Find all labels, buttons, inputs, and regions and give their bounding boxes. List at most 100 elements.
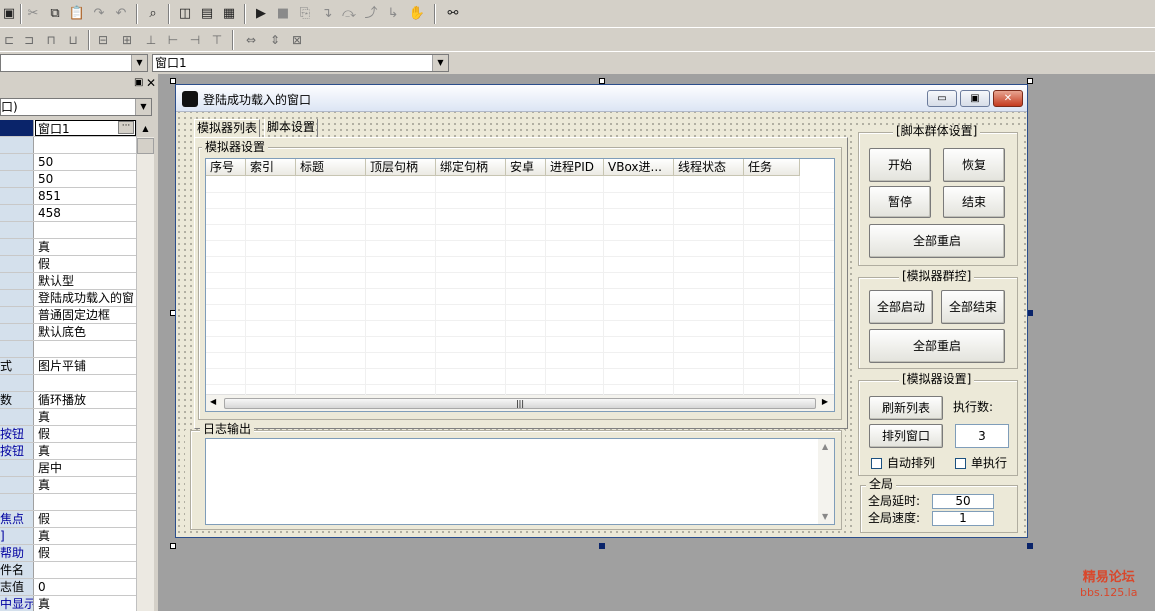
property-row[interactable] (0, 341, 136, 358)
property-value[interactable]: 458 (38, 205, 134, 221)
end-button[interactable]: 结束 (943, 186, 1005, 218)
tab-emulator-list[interactable]: 模拟器列表 (194, 119, 261, 137)
property-row[interactable]: 式图片平铺 (0, 358, 136, 375)
pin-icon[interactable]: ▣ (134, 77, 143, 88)
scroll-up-icon[interactable]: ▲ (137, 120, 154, 137)
property-value[interactable] (38, 562, 134, 578)
copy-icon[interactable]: ⧉ (46, 5, 64, 23)
width-icon[interactable]: ⇔ (242, 31, 260, 49)
resize-handle[interactable] (599, 543, 605, 549)
binoculars-icon[interactable]: ⚯ (444, 5, 462, 23)
restart-all-script-button[interactable]: 全部重启 (869, 224, 1005, 258)
property-value[interactable]: 真 (38, 239, 134, 255)
height-icon[interactable]: ⇕ (266, 31, 284, 49)
property-row[interactable]: 焦点假 (0, 511, 136, 528)
property-row[interactable]: 帮助假 (0, 545, 136, 562)
property-value[interactable]: 居中 (38, 460, 134, 476)
property-scrollbar[interactable]: ▲ (136, 120, 154, 611)
property-row[interactable]: 志值 0 (0, 579, 136, 596)
scroll-thumb[interactable]: ||| (224, 398, 816, 409)
space-v-icon[interactable]: ⊤ (208, 31, 226, 49)
save-icon[interactable]: ▣ (0, 5, 18, 23)
property-row[interactable]: 真 (0, 239, 136, 256)
close-button[interactable]: ✕ (993, 90, 1023, 107)
undo-icon[interactable]: ↶ (112, 5, 130, 23)
property-value[interactable]: 真 (38, 596, 134, 611)
resume-button[interactable]: 恢复 (943, 148, 1005, 182)
column-header[interactable]: 线程状态 (674, 159, 744, 176)
property-value[interactable]: 假 (38, 426, 134, 442)
horizontal-scrollbar[interactable]: ◀ ||| ▶ (206, 394, 834, 411)
close-icon[interactable]: ✕ (146, 76, 156, 90)
scroll-right-icon[interactable]: ▶ (822, 397, 828, 406)
property-value[interactable]: 默认底色 (38, 324, 134, 340)
object-type-combo[interactable]: ▼ (0, 54, 148, 72)
property-row[interactable]: 50 (0, 154, 136, 171)
property-value[interactable]: 默认型 (38, 273, 134, 289)
property-row[interactable]: 50 (0, 171, 136, 188)
scroll-down-icon[interactable]: ▼ (822, 512, 828, 521)
chevron-down-icon[interactable]: ▼ (131, 55, 147, 71)
align-top-icon[interactable]: ⊓ (42, 31, 60, 49)
redo-icon[interactable]: ↷ (90, 5, 108, 23)
arrange-window-button[interactable]: 排列窗口 (869, 424, 943, 448)
property-row[interactable]: 真 (0, 409, 136, 426)
layout-left-icon[interactable]: ◫ (176, 5, 194, 23)
property-row[interactable] (0, 222, 136, 239)
property-row[interactable]: 居中 (0, 460, 136, 477)
property-value[interactable]: 假 (38, 545, 134, 561)
property-row[interactable]: ] 真 (0, 528, 136, 545)
window-combo[interactable]: 窗口1 ▼ (152, 54, 449, 72)
single-exec-checkbox[interactable] (955, 458, 966, 469)
scroll-thumb[interactable] (137, 138, 154, 154)
property-row[interactable]: 窗口1 ··· (0, 120, 136, 137)
property-value[interactable]: 真 (38, 409, 134, 425)
property-row[interactable] (0, 375, 136, 392)
property-row[interactable] (0, 137, 136, 154)
space-h-icon[interactable]: ⊣ (186, 31, 204, 49)
column-header[interactable]: 索引 (246, 159, 296, 176)
object-selector[interactable]: 口) ▼ (0, 98, 152, 116)
scroll-up-icon[interactable]: ▲ (822, 442, 828, 451)
chevron-down-icon[interactable]: ▼ (135, 99, 151, 115)
property-value[interactable]: 真 (38, 443, 134, 459)
hand-icon[interactable]: ✋ (408, 5, 426, 23)
property-value[interactable] (38, 375, 134, 391)
global-delay-input[interactable]: 50 (932, 494, 994, 509)
align-center-icon[interactable]: ⊐ (20, 31, 38, 49)
column-header[interactable]: 进程PID (546, 159, 604, 176)
property-value[interactable]: 真 (38, 477, 134, 493)
emulator-list[interactable]: ◀ ||| ▶ 序号 索引 标题 顶层句柄 绑定句柄 安卓 进程PID VBox进... 线程状… (205, 158, 835, 412)
property-row[interactable]: 按钮假 (0, 426, 136, 443)
property-row[interactable]: 851 (0, 188, 136, 205)
property-value[interactable]: 普通固定边框 (38, 307, 134, 323)
start-all-button[interactable]: 全部启动 (869, 290, 933, 324)
stop-icon[interactable]: ■ (274, 5, 292, 23)
same-height-icon[interactable]: ⊥ (142, 31, 160, 49)
property-value[interactable]: 真 (38, 528, 134, 544)
property-value[interactable]: 循环播放 (38, 392, 134, 408)
property-value[interactable]: 0 (38, 579, 134, 595)
paste-icon[interactable]: 📋 (68, 5, 86, 23)
step-out-icon[interactable]: ⤴ (362, 5, 380, 23)
column-header[interactable]: 标题 (296, 159, 366, 176)
run-to-cursor-icon[interactable]: ↳ (384, 5, 402, 23)
property-value[interactable]: 50 (38, 171, 134, 187)
property-row[interactable]: 真 (0, 477, 136, 494)
property-row[interactable]: 件名 (0, 562, 136, 579)
property-row[interactable]: 普通固定边框 (0, 307, 136, 324)
step-into-icon[interactable]: ↴ (318, 5, 336, 23)
property-value[interactable]: 登陆成功载入的窗 (38, 290, 134, 306)
exec-count-input[interactable]: 3 (955, 424, 1009, 448)
same-width-icon[interactable]: ⊢ (164, 31, 182, 49)
column-header[interactable]: VBox进... (604, 159, 674, 176)
property-value[interactable] (38, 341, 134, 357)
property-value[interactable] (38, 222, 134, 238)
property-row[interactable]: 458 (0, 205, 136, 222)
property-row[interactable]: 默认型 (0, 273, 136, 290)
property-value[interactable] (38, 137, 134, 153)
scroll-left-icon[interactable]: ◀ (210, 397, 216, 406)
layout-grid-icon[interactable]: ▦ (220, 5, 238, 23)
property-value[interactable]: 851 (38, 188, 134, 204)
start-button[interactable]: 开始 (869, 148, 931, 182)
